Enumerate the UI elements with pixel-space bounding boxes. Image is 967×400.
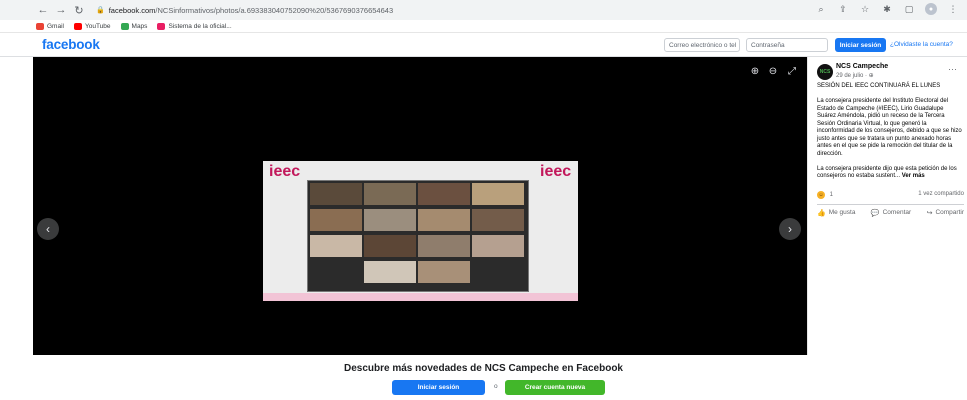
lock-icon: 🔒: [96, 7, 105, 14]
previous-photo-button[interactable]: ‹: [37, 218, 59, 240]
video-call-grid: [307, 180, 529, 292]
share-count[interactable]: 1 vez compartido: [918, 191, 964, 197]
address-bar[interactable]: 🔒 facebook.com /NCSinformativos/photos/a…: [96, 3, 393, 17]
like-button[interactable]: 👍 Me gusta: [817, 209, 855, 217]
thumbs-up-icon: 👍: [817, 209, 826, 217]
share-label: Compartir: [935, 209, 964, 216]
participant-tile: [310, 235, 362, 257]
participant-tile: [364, 183, 416, 205]
reload-icon[interactable]: ↻: [72, 3, 86, 17]
sidepanel-icon[interactable]: ▢: [903, 3, 915, 15]
forward-icon[interactable]: →: [54, 3, 68, 17]
participant-tile: [310, 209, 362, 231]
sistema-icon: [157, 22, 166, 30]
forgot-account-link[interactable]: ¿Olvidaste la cuenta?: [890, 41, 953, 48]
bookmark-gmail[interactable]: Gmail: [36, 22, 64, 30]
url-path: /NCSinformativos/photos/a.69338304075209…: [155, 5, 394, 15]
post-paragraph: La consejera presidente del Instituto El…: [817, 98, 962, 157]
bookmark-maps[interactable]: Maps: [120, 22, 148, 30]
password-field[interactable]: Contraseña: [746, 38, 828, 52]
zoom-out-icon[interactable]: ⊖: [767, 65, 779, 77]
reaction-count[interactable]: 1: [830, 192, 833, 198]
fullscreen-icon[interactable]: ⤢: [786, 65, 798, 77]
wow-reaction-icon[interactable]: ☺: [817, 191, 825, 199]
ieec-logo-right: ieec: [540, 163, 572, 180]
bookmarks-bar: Gmail YouTube Maps Sistema de la oficial…: [0, 20, 967, 33]
bookmark-label: YouTube: [84, 22, 111, 30]
banner-login-button[interactable]: Iniciar sesión: [392, 380, 485, 395]
banner-or-text: o: [494, 383, 498, 390]
post-date[interactable]: 29 de julio · ⊕: [836, 72, 874, 79]
share-icon[interactable]: ⇪: [837, 3, 849, 15]
photo-footer-strip: [263, 293, 578, 301]
facebook-logo[interactable]: facebook: [42, 37, 100, 52]
participant-tile: [472, 183, 524, 205]
youtube-icon: [73, 22, 82, 30]
participant-tile: [472, 235, 524, 257]
gmail-icon: [36, 22, 44, 30]
see-more-link[interactable]: Ver más: [902, 173, 925, 179]
bookmark-label: Sistema de la oficial...: [168, 22, 232, 30]
login-button[interactable]: Iniciar sesión: [835, 38, 886, 52]
post-panel: NCS NCS Campeche 29 de julio · ⊕ ··· SES…: [807, 57, 967, 355]
ieec-logo-left: ieec: [269, 163, 301, 180]
facebook-header: facebook Correo electrónico o tel Contra…: [0, 33, 967, 57]
page-name-link[interactable]: NCS Campeche: [836, 63, 888, 70]
participant-tile: [310, 183, 362, 205]
share-button[interactable]: ↪ Compartir: [927, 209, 964, 217]
zoom-icon[interactable]: ⌕: [815, 3, 827, 15]
bookmark-youtube[interactable]: YouTube: [73, 22, 111, 30]
extensions-icon[interactable]: ✱: [881, 3, 893, 15]
browser-toolbar: ← → ↻ 🔒 facebook.com /NCSinformativos/ph…: [0, 0, 967, 20]
menu-icon[interactable]: ⋮: [947, 3, 959, 15]
url-host: facebook.com: [108, 5, 156, 15]
comment-icon: 💬: [870, 209, 880, 217]
signup-banner: Descubre más novedades de NCS Campeche e…: [0, 355, 967, 400]
star-icon[interactable]: ☆: [859, 3, 871, 15]
participant-tile: [364, 261, 416, 283]
post-actions: 👍 Me gusta 💬 Comentar ↪ Compartir: [817, 204, 964, 218]
photo-viewer: ⊕ ⊖ ⤢ ‹ › ieec ieec: [33, 57, 807, 355]
participant-tile: [364, 209, 416, 231]
maps-icon: [120, 22, 129, 30]
more-options-icon[interactable]: ···: [948, 64, 957, 74]
post-headline: SESIÓN DEL IEEC CONTINUARÁ EL LUNES: [817, 83, 941, 89]
post-paragraph-text: La consejera presidente dijo que esta pe…: [817, 165, 957, 180]
participant-tile: [418, 183, 470, 205]
participant-tile: [418, 261, 470, 283]
bookmark-sistema[interactable]: Sistema de la oficial...: [157, 22, 232, 30]
page: ← → ↻ 🔒 facebook.com /NCSinformativos/ph…: [0, 0, 967, 400]
comment-button[interactable]: 💬 Comentar: [871, 209, 911, 217]
comment-label: Comentar: [882, 209, 912, 216]
back-icon[interactable]: ←: [36, 3, 50, 17]
page-avatar[interactable]: NCS: [817, 64, 833, 80]
participant-tile: [472, 209, 524, 231]
bookmark-label: Maps: [131, 22, 148, 30]
next-photo-button[interactable]: ›: [779, 218, 801, 240]
profile-icon[interactable]: ●: [925, 3, 937, 15]
participant-tile: [418, 209, 470, 231]
email-field[interactable]: Correo electrónico o tel: [664, 38, 740, 52]
bookmark-label: Gmail: [47, 22, 64, 30]
chevron-left-icon: ‹: [46, 222, 50, 236]
browser-actions: ⌕ ⇪ ☆ ✱ ▢ ● ⋮: [815, 3, 959, 15]
chevron-right-icon: ›: [788, 222, 792, 236]
post-paragraph-last: La consejera presidente dijo que esta pe…: [817, 166, 964, 181]
zoom-in-icon[interactable]: ⊕: [749, 65, 761, 77]
post-photo: ieec ieec: [263, 161, 578, 301]
share-arrow-icon: ↪: [926, 209, 933, 217]
reactions-row: ☺ 1 1 vez compartido: [817, 191, 964, 201]
participant-tile: [364, 235, 416, 257]
create-account-button[interactable]: Crear cuenta nueva: [505, 380, 605, 395]
like-label: Me gusta: [828, 209, 856, 216]
banner-title: Descubre más novedades de NCS Campeche e…: [344, 363, 623, 374]
post-body: SESIÓN DEL IEEC CONTINUARÁ EL LUNES La c…: [817, 83, 964, 188]
participant-tile: [418, 235, 470, 257]
